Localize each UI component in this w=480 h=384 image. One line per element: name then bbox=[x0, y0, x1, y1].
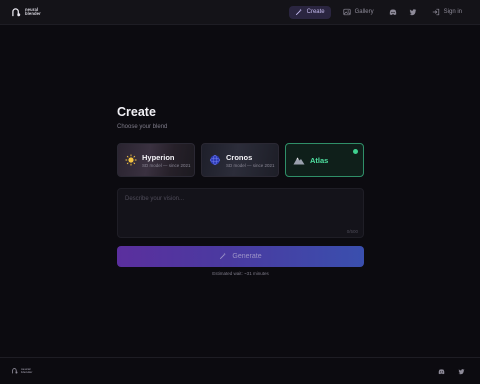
page-title: Create bbox=[117, 105, 156, 119]
generate-label: Generate bbox=[232, 253, 262, 260]
estimated-wait: Estimated wait: ~31 minutes bbox=[212, 271, 269, 276]
card-name: Cronos bbox=[226, 152, 253, 162]
footer-social bbox=[434, 365, 468, 378]
card-name: Hyperion bbox=[142, 152, 175, 162]
logo-text: neural blender bbox=[25, 7, 45, 17]
sun-icon bbox=[125, 154, 137, 166]
page-subtitle: Choose your blend bbox=[117, 124, 168, 130]
card-meta: SD model — since 2021 bbox=[226, 162, 275, 168]
card-text: Atlas bbox=[310, 156, 328, 165]
logo-icon bbox=[12, 368, 18, 374]
nav-create-label: Create bbox=[306, 9, 325, 15]
main-nav: Create Gallery Sign in bbox=[288, 5, 468, 19]
globe-icon bbox=[209, 154, 221, 166]
nav-create-button[interactable]: Create bbox=[288, 5, 331, 19]
footer: neural blender bbox=[0, 357, 480, 384]
discord-icon[interactable] bbox=[386, 6, 400, 19]
gallery-icon bbox=[343, 8, 351, 16]
sign-in-button[interactable]: Sign in bbox=[426, 6, 468, 19]
twitter-icon[interactable] bbox=[454, 365, 468, 378]
discord-icon[interactable] bbox=[434, 365, 448, 378]
card-name: Atlas bbox=[310, 155, 329, 165]
magic-wand-icon bbox=[295, 8, 303, 16]
char-count: 0/500 bbox=[346, 229, 358, 234]
model-card-hyperion[interactable]: Hyperion SD model — since 2021 bbox=[117, 143, 195, 177]
card-meta: SD model — since 2021 bbox=[142, 162, 191, 168]
generate-button[interactable]: Generate bbox=[117, 246, 364, 267]
twitter-icon[interactable] bbox=[406, 6, 420, 19]
sign-in-icon bbox=[432, 8, 440, 16]
prompt-box: 0/500 bbox=[117, 188, 364, 238]
footer-logo-line-2: blender bbox=[21, 370, 33, 374]
selected-indicator bbox=[353, 149, 358, 154]
prompt-input[interactable] bbox=[118, 189, 363, 237]
magic-wand-icon bbox=[219, 252, 227, 262]
card-text: Cronos SD model — since 2021 bbox=[226, 153, 275, 168]
footer-logo[interactable]: neural blender bbox=[12, 367, 35, 374]
model-card-atlas[interactable]: Atlas bbox=[285, 143, 364, 177]
mountain-icon bbox=[293, 154, 305, 166]
logo[interactable]: neural blender bbox=[12, 7, 45, 17]
nav-gallery-label: Gallery bbox=[354, 9, 374, 15]
footer-logo-text: neural blender bbox=[21, 367, 35, 374]
model-cards: Hyperion SD model — since 2021 Cronos SD… bbox=[117, 143, 364, 177]
model-card-cronos[interactable]: Cronos SD model — since 2021 bbox=[201, 143, 279, 177]
logo-line-2: blender bbox=[25, 11, 41, 16]
nav-gallery-button[interactable]: Gallery bbox=[337, 6, 380, 19]
logo-icon bbox=[12, 7, 21, 16]
top-header: neural blender Create Gallery Sign in bbox=[0, 0, 480, 25]
sign-in-label: Sign in bbox=[443, 9, 462, 15]
card-text: Hyperion SD model — since 2021 bbox=[142, 153, 191, 168]
